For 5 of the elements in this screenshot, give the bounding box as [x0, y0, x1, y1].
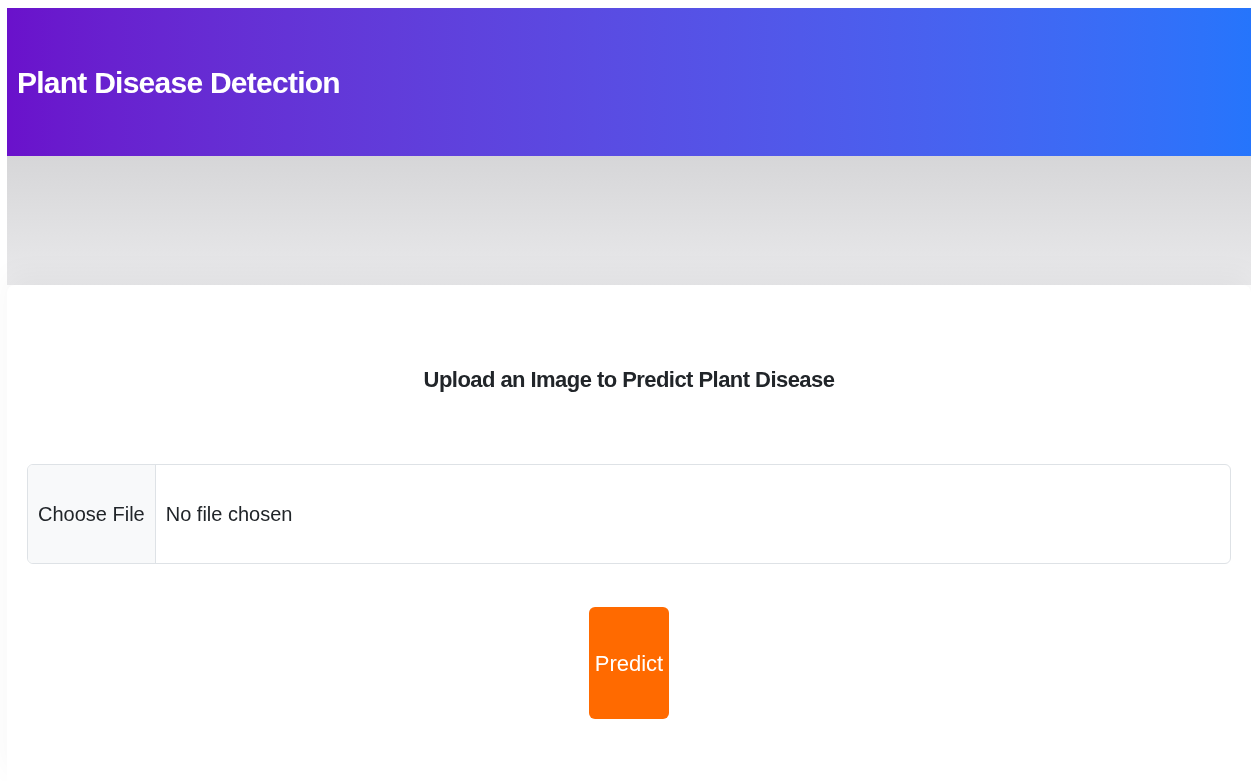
app-title: Plant Disease Detection: [17, 64, 340, 101]
file-status: No file chosen: [164, 502, 294, 527]
file-input[interactable]: Choose File No file chosen: [27, 464, 1231, 564]
choose-file-button[interactable]: Choose File: [28, 465, 156, 563]
upload-heading: Upload an Image to Predict Plant Disease: [423, 366, 835, 394]
